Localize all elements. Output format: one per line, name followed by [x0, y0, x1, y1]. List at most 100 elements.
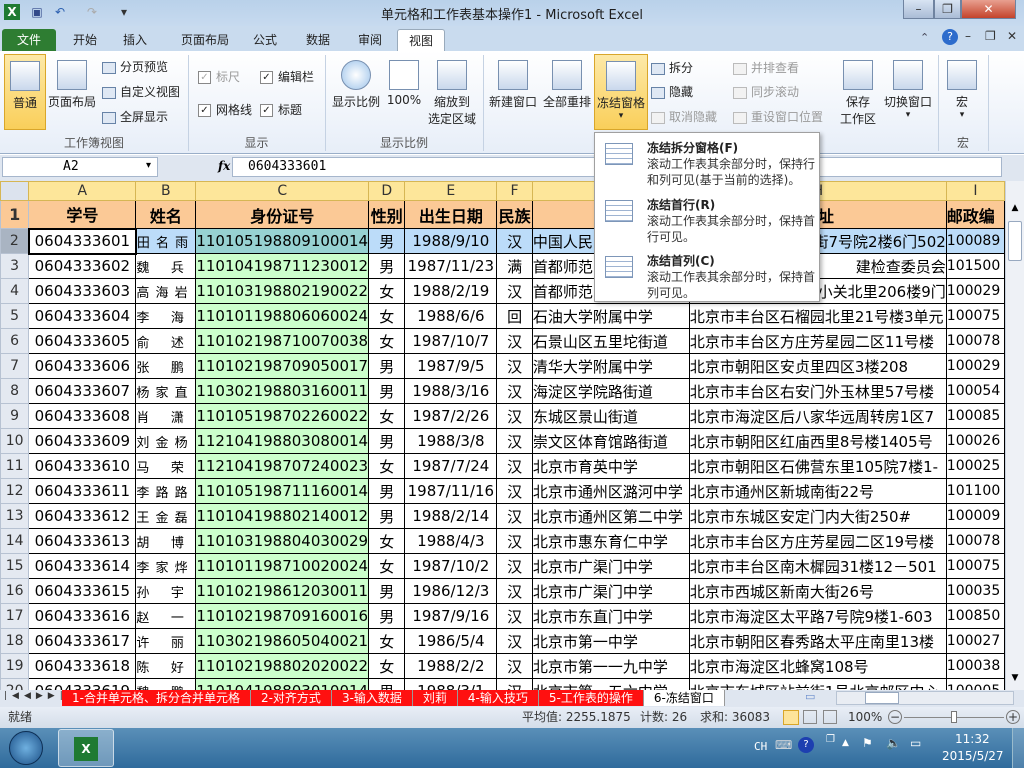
cell[interactable]: 女: [368, 528, 406, 554]
cell[interactable]: 女: [368, 278, 406, 304]
arrange-all-button[interactable]: 全部重排: [540, 60, 594, 110]
cell[interactable]: 汉: [496, 228, 533, 254]
cell[interactable]: 0604333611: [28, 478, 137, 504]
cell[interactable]: 0604333605: [28, 328, 137, 354]
clock-date[interactable]: 2015/5/27: [942, 749, 1004, 763]
cell[interactable]: 0604333604: [28, 303, 137, 329]
column-header[interactable]: I: [945, 181, 1005, 201]
cell[interactable]: 112104198803080014: [195, 428, 370, 454]
column-header[interactable]: F: [496, 181, 533, 201]
cell[interactable]: 汉: [496, 528, 533, 554]
cell[interactable]: 北京市第一一九中学: [531, 653, 690, 679]
function-icon[interactable]: fx: [218, 159, 230, 173]
tab-home[interactable]: 开始: [62, 29, 108, 51]
page-layout-view-button[interactable]: 页面布局: [48, 60, 96, 110]
split-button[interactable]: 拆分: [651, 58, 693, 78]
cell[interactable]: 110101198710020024: [195, 553, 370, 579]
cell[interactable]: 0604333619: [28, 678, 137, 690]
cell[interactable]: 孙 宇: [135, 578, 197, 604]
cell[interactable]: 男: [368, 603, 406, 629]
cell[interactable]: 汉: [496, 478, 533, 504]
tab-formulas[interactable]: 公式: [245, 29, 285, 51]
tab-review[interactable]: 审阅: [350, 29, 390, 51]
cell[interactable]: 110104198802140012: [195, 503, 370, 529]
cell[interactable]: 100029: [945, 278, 1005, 304]
cell[interactable]: 0604333609: [28, 428, 137, 454]
cell[interactable]: 110102198710070038: [195, 328, 370, 354]
cell[interactable]: 北京市东直门中学: [531, 603, 690, 629]
hide-button[interactable]: 隐藏: [651, 82, 693, 102]
cell[interactable]: 汉: [496, 678, 533, 690]
cell[interactable]: 0604333608: [28, 403, 137, 429]
cell[interactable]: 汉: [496, 553, 533, 579]
cell[interactable]: 100089: [945, 228, 1005, 254]
cell[interactable]: 北京市朝阳区红庙西里8号楼1405号: [688, 428, 947, 454]
cell[interactable]: 女: [368, 453, 406, 479]
full-screen-button[interactable]: 全屏显示: [102, 107, 168, 127]
cell[interactable]: 1988/2/2: [404, 653, 498, 679]
insert-sheet-icon[interactable]: ▭: [805, 690, 815, 703]
row-header[interactable]: 9: [0, 403, 30, 429]
cell[interactable]: 100029: [945, 353, 1005, 379]
help-icon[interactable]: ?: [942, 29, 958, 45]
zoom-slider-thumb[interactable]: [951, 711, 957, 723]
row-header[interactable]: 12: [0, 478, 30, 504]
cell[interactable]: 女: [368, 403, 406, 429]
cell[interactable]: 男: [368, 578, 406, 604]
sheet-tab[interactable]: 6-冻结窗口: [643, 690, 725, 706]
cell[interactable]: 马 荣: [135, 453, 197, 479]
cell[interactable]: 男: [368, 253, 406, 279]
cell[interactable]: 100078: [945, 328, 1005, 354]
tab-view[interactable]: 视图: [397, 29, 445, 51]
cell[interactable]: 北京市海淀区后八家华远周转房1区7: [688, 403, 947, 429]
restore-tray-icon[interactable]: ❐: [826, 734, 835, 745]
cell[interactable]: 0604333602: [28, 253, 137, 279]
sheet-tab[interactable]: 刘莉: [412, 690, 458, 706]
cell[interactable]: 胡 博: [135, 528, 197, 554]
header-cell[interactable]: 性别: [368, 200, 406, 229]
cell[interactable]: 男: [368, 503, 406, 529]
cell[interactable]: 李 家 烨: [135, 553, 197, 579]
cell[interactable]: 100035: [945, 578, 1005, 604]
cell[interactable]: 1987/11/16: [404, 478, 498, 504]
cell[interactable]: 汉: [496, 503, 533, 529]
cell[interactable]: 田 名 雨: [135, 228, 197, 254]
cell[interactable]: 女: [368, 628, 406, 654]
row-header[interactable]: 3: [0, 253, 30, 279]
cell[interactable]: 100009: [945, 503, 1005, 529]
header-cell[interactable]: 邮政编: [945, 200, 1005, 229]
cell[interactable]: 北京市丰台区石榴园北里21号楼3单元: [688, 303, 947, 329]
tab-data[interactable]: 数据: [298, 29, 338, 51]
cell[interactable]: 1988/2/14: [404, 503, 498, 529]
cell[interactable]: 王 金 磊: [135, 503, 197, 529]
cell[interactable]: 北京市东城区安定门内大街250#: [688, 503, 947, 529]
cell[interactable]: 1988/3/8: [404, 428, 498, 454]
row-header[interactable]: 6: [0, 328, 30, 354]
row-header[interactable]: 11: [0, 453, 30, 479]
sheet-table[interactable]: ABCDEFGHI1学号姓名身份证号性别出生日期民族中地址邮政编20604333…: [0, 181, 1005, 690]
tab-file[interactable]: 文件: [2, 29, 56, 51]
cell[interactable]: 1988/6/6: [404, 303, 498, 329]
restore-button[interactable]: ❐: [934, 0, 961, 19]
cell[interactable]: 100027: [945, 628, 1005, 654]
cell[interactable]: 1987/10/2: [404, 553, 498, 579]
cell[interactable]: 100075: [945, 303, 1005, 329]
cell[interactable]: 北京市朝阳区春秀路太平庄南里13楼: [688, 628, 947, 654]
cell[interactable]: 110105198711160014: [195, 478, 370, 504]
cell[interactable]: 110104198711230012: [195, 253, 370, 279]
cell[interactable]: 北京市通州区潞河中学: [531, 478, 690, 504]
cell[interactable]: 110101198806060024: [195, 303, 370, 329]
keyboard-icon[interactable]: ⌨: [775, 738, 792, 752]
cell[interactable]: 清华大学附属中学: [531, 353, 690, 379]
cell[interactable]: 110103198802190022: [195, 278, 370, 304]
cell[interactable]: 0604333618: [28, 653, 137, 679]
cell[interactable]: 北京市第一中学: [531, 628, 690, 654]
workbook-restore-icon[interactable]: ❐: [985, 29, 996, 43]
hscroll-thumb[interactable]: [865, 692, 899, 704]
row-header[interactable]: 18: [0, 628, 30, 654]
cell[interactable]: 100078: [945, 528, 1005, 554]
cell[interactable]: 崇文区体育馆路街道: [531, 428, 690, 454]
cell[interactable]: 李 路 路: [135, 478, 197, 504]
cell[interactable]: 北京市朝阳区石佛营东里105院7楼1-: [688, 453, 947, 479]
cell[interactable]: 1987/11/23: [404, 253, 498, 279]
